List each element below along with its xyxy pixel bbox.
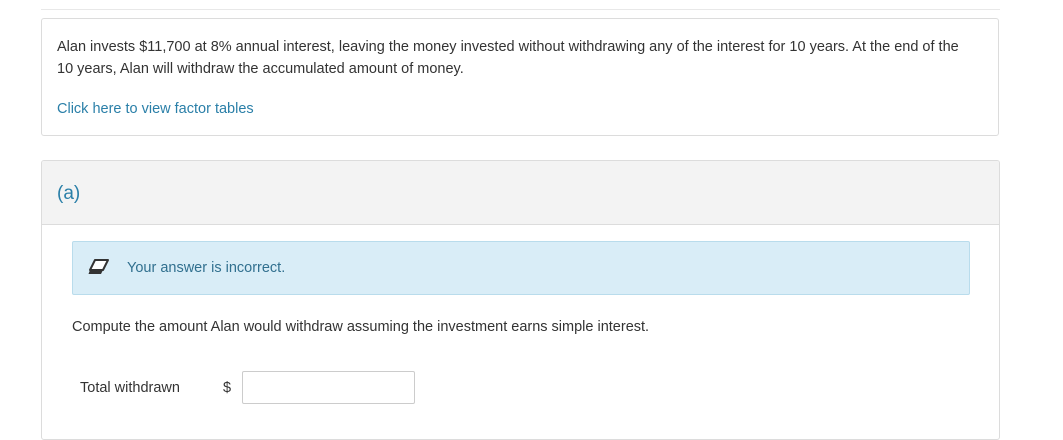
- top-divider: [41, 9, 1000, 10]
- part-label: (a): [57, 183, 81, 204]
- question-card: Alan invests $11,700 at 8% annual intere…: [41, 18, 999, 136]
- total-withdrawn-input[interactable]: [242, 371, 415, 404]
- question-text: Alan invests $11,700 at 8% annual intere…: [57, 39, 959, 77]
- eraser-icon: [88, 258, 110, 276]
- alert-text: Your answer is incorrect.: [127, 260, 286, 276]
- answer-label: Total withdrawn: [80, 380, 180, 396]
- question-prompt: Compute the amount Alan would withdraw a…: [72, 319, 650, 335]
- part-header: (a): [42, 161, 999, 225]
- currency-symbol: $: [223, 380, 232, 396]
- factor-tables-link[interactable]: Click here to view factor tables: [57, 101, 254, 117]
- part-a-card: (a) Your answer is incorrect. Compute th…: [41, 160, 1000, 440]
- incorrect-answer-alert: Your answer is incorrect.: [72, 241, 970, 295]
